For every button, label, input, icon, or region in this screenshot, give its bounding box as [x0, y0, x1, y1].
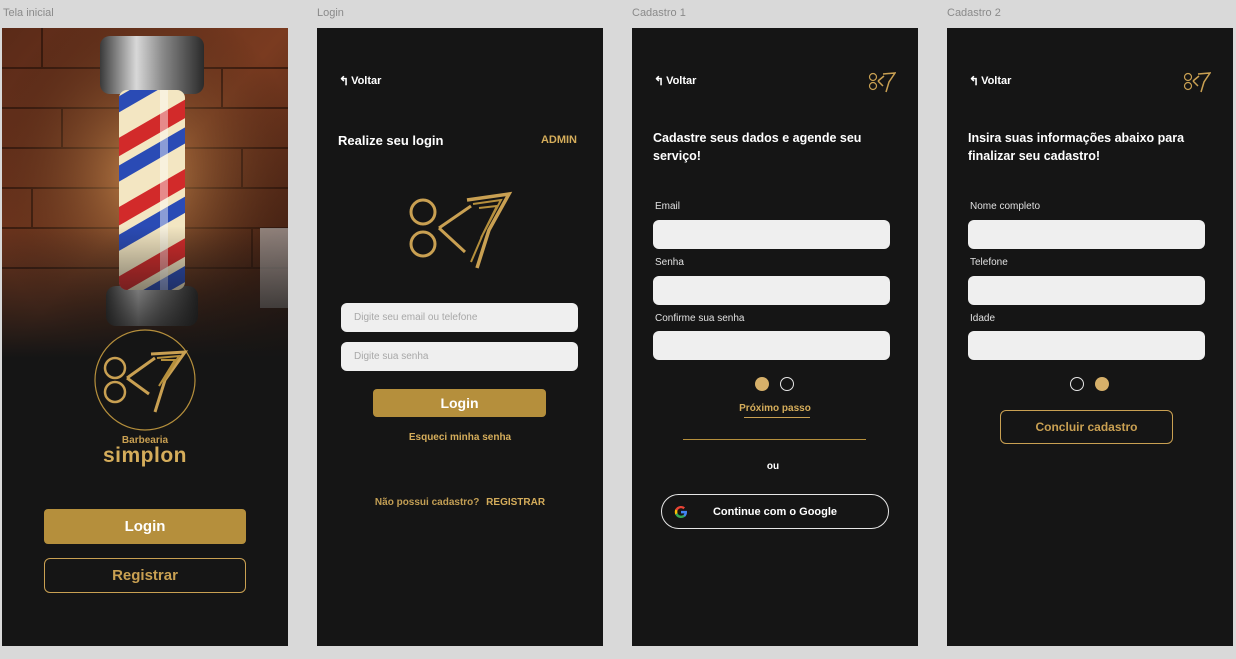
or-text: ou	[766, 461, 780, 472]
login-screen: ↰ Voltar Realize seu login ADMIN Login E…	[317, 28, 603, 646]
google-button-label: Continue com o Google	[712, 505, 838, 518]
barber-pole-photo	[2, 28, 288, 358]
frame-label-cadastro1: Cadastro 1	[632, 7, 686, 19]
no-account-row: Não possui cadastro? REGISTRAR	[317, 497, 603, 508]
full-name-field[interactable]	[968, 220, 1205, 249]
email-field[interactable]	[653, 220, 890, 249]
password-input[interactable]	[341, 342, 578, 371]
login-button[interactable]: Login	[44, 509, 246, 544]
back-label: Voltar	[666, 75, 697, 87]
step-dot-inactive	[1070, 377, 1084, 391]
age-label: Idade	[970, 313, 996, 324]
step-dot-inactive	[780, 377, 794, 391]
login-submit-button[interactable]: Login	[373, 389, 546, 417]
email-phone-input[interactable]	[341, 303, 578, 332]
brand-logo-icon	[868, 72, 896, 93]
confirm-password-label: Confirme sua senha	[655, 313, 745, 324]
back-arrow-icon: ↰	[969, 74, 980, 88]
register-button[interactable]: Registrar	[44, 558, 246, 593]
next-step-link[interactable]: Próximo passo	[632, 403, 918, 414]
brand-logo-icon	[1183, 72, 1211, 93]
google-icon	[674, 505, 687, 518]
frame-label-cadastro2: Cadastro 2	[947, 7, 1001, 19]
frame-label-tela-inicial: Tela inicial	[3, 7, 54, 19]
google-signin-button[interactable]: Continue com o Google	[661, 494, 889, 529]
admin-link[interactable]: ADMIN	[541, 134, 577, 146]
cadastro1-screen: ↰ Voltar Cadastre seus dados e agende se…	[632, 28, 918, 646]
cadastro2-screen: ↰ Voltar Insira suas informações abaixo …	[947, 28, 1233, 646]
age-field[interactable]	[968, 331, 1205, 360]
email-label: Email	[655, 201, 681, 212]
step-dot-active	[755, 377, 769, 391]
divider	[683, 439, 866, 440]
splash-screen: Barbearia simplon Login Registrar	[2, 28, 288, 646]
register-link[interactable]: REGISTRAR	[486, 497, 545, 508]
finish-registration-button[interactable]: Concluir cadastro	[1000, 410, 1173, 444]
cadastro1-heading: Cadastre seus dados e agende seu serviço…	[653, 131, 862, 163]
back-button[interactable]: ↰ Voltar	[969, 74, 1011, 88]
cadastro2-heading: Insira suas informações abaixo para fina…	[968, 131, 1185, 163]
no-account-text: Não possui cadastro?	[374, 497, 480, 508]
back-label: Voltar	[981, 75, 1012, 87]
next-step-underline	[744, 417, 810, 418]
password-label: Senha	[655, 257, 684, 268]
brand-logo-icon	[409, 191, 513, 269]
phone-field[interactable]	[968, 276, 1205, 305]
step-dot-active	[1095, 377, 1109, 391]
back-arrow-icon: ↰	[339, 74, 350, 88]
back-button[interactable]: ↰ Voltar	[339, 74, 381, 88]
forgot-password-link[interactable]: Esqueci minha senha	[317, 432, 603, 443]
full-name-label: Nome completo	[970, 201, 1041, 212]
back-arrow-icon: ↰	[654, 74, 665, 88]
back-button[interactable]: ↰ Voltar	[654, 74, 696, 88]
login-title: Realize seu login	[338, 133, 444, 148]
password-field[interactable]	[653, 276, 890, 305]
back-label: Voltar	[351, 75, 382, 87]
frame-label-login: Login	[317, 7, 344, 19]
brand-name-text: simplon	[102, 444, 187, 467]
confirm-password-field[interactable]	[653, 331, 890, 360]
phone-label: Telefone	[970, 257, 1008, 268]
brand-logo-icon	[94, 329, 196, 431]
